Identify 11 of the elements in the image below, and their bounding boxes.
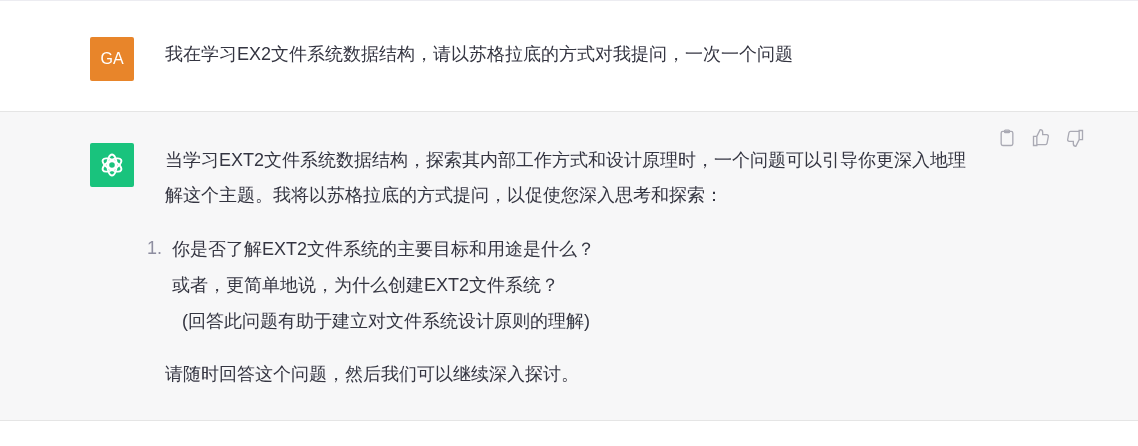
list-number: 1.: [147, 237, 163, 260]
user-avatar: GA: [90, 37, 134, 81]
list-item-text: (回答此问题有助于建立对文件系统设计原则的理解): [181, 310, 591, 333]
message-text: 我在学习EX2文件系统数据结构，请以苏格拉底的方式对我提问，一次一个问题: [165, 43, 795, 66]
thumbs-down-icon[interactable]: [1065, 128, 1085, 148]
message-text: 请随时回答这个问题，然后我们可以继续深入探讨。: [165, 363, 580, 386]
thumbs-up-icon[interactable]: [1031, 128, 1051, 148]
assistant-avatar: [90, 143, 134, 187]
message-text: 当学习EXT2文件系统数据结构，探索其内部工作方式和设计原理时，一个问题可以引导你更深入地理解这个主题。我将以苏格拉底的方式提问，以促使您深入思考和探索：: [165, 149, 968, 207]
list-item-text: 你是否了解EXT2文件系统的主要目标和用途是什么？: [172, 238, 596, 261]
list-item-text: 或者，更简单地说，为什么创建EXT2文件系统？: [172, 274, 561, 297]
